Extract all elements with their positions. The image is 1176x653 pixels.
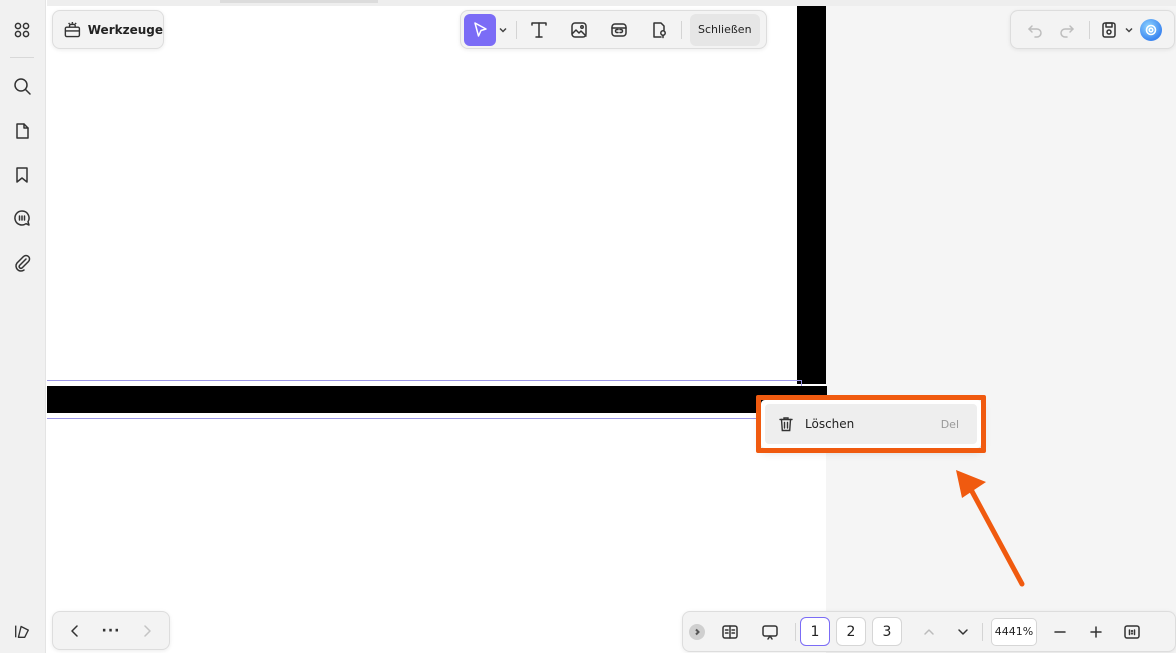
tab-strip [47, 0, 1176, 6]
save-dropdown[interactable] [1122, 14, 1136, 46]
link-icon [611, 22, 627, 37]
watermark-icon [653, 21, 666, 38]
add-watermark-button[interactable] [643, 14, 675, 46]
annotation-arrow-icon [956, 470, 1025, 587]
actual-size-icon [1124, 624, 1140, 639]
toolbar-separator [795, 622, 796, 641]
chevron-down-icon [1125, 27, 1133, 33]
zoom-out-button[interactable] [1045, 616, 1075, 648]
page-1-button[interactable]: 1 [800, 617, 830, 646]
selection-outline-top [47, 380, 802, 381]
edit-toolbar: Schließen [460, 10, 767, 49]
plus-icon [1090, 625, 1102, 638]
page-border-vertical[interactable] [797, 6, 826, 384]
redo-button[interactable] [1051, 14, 1083, 46]
page-navigation: ··· [52, 611, 170, 650]
select-pointer-icon [474, 21, 487, 37]
more-button[interactable]: ··· [102, 623, 121, 639]
toolbar-separator [681, 20, 682, 39]
chevron-up-icon [924, 628, 934, 635]
page-2-button[interactable]: 2 [836, 617, 866, 646]
save-button[interactable] [1096, 14, 1122, 46]
chevron-down-icon [958, 628, 968, 635]
chevron-down-icon [499, 27, 507, 33]
delete-label: Löschen [805, 417, 855, 431]
select-pointer-button[interactable] [464, 13, 496, 46]
search-icon[interactable] [8, 72, 36, 100]
trash-icon [779, 417, 793, 432]
redo-icon [1060, 24, 1074, 38]
add-image-button[interactable] [563, 14, 595, 46]
pages-icon[interactable] [8, 117, 36, 145]
zoom-level-input[interactable]: 4441% [991, 617, 1037, 646]
tools-label: Werkzeuge [87, 22, 163, 37]
image-icon [571, 21, 587, 38]
bookmark-icon[interactable] [8, 161, 36, 189]
tools-button[interactable]: Werkzeuge [52, 10, 164, 49]
collapse-toolbar-button[interactable] [689, 623, 705, 640]
actual-size-button[interactable] [1117, 616, 1147, 648]
toolbar-separator [516, 20, 517, 39]
save-icon [1102, 21, 1116, 38]
zoom-in-button[interactable] [1081, 616, 1111, 648]
ai-assistant-button[interactable] [1140, 18, 1162, 41]
undo-button[interactable] [1019, 14, 1051, 46]
context-menu: Löschen Del [761, 400, 981, 448]
toolbox-icon [64, 21, 81, 37]
page-down-button[interactable] [948, 616, 978, 648]
close-edit-button[interactable]: Schließen [690, 13, 760, 46]
pdf-page[interactable] [47, 6, 797, 653]
chevron-right-icon [695, 628, 700, 635]
rail-divider [10, 57, 34, 58]
next-button[interactable] [131, 615, 163, 647]
minus-icon [1054, 630, 1066, 633]
selected-shape-bar[interactable] [47, 386, 827, 413]
apps-icon[interactable] [8, 16, 36, 44]
selection-outline-bottom [47, 418, 757, 419]
delete-shortcut: Del [940, 417, 959, 431]
chevron-left-icon [70, 624, 78, 637]
page-up-button[interactable] [914, 616, 944, 648]
book-view-icon [722, 624, 738, 639]
chevron-right-icon [144, 624, 152, 637]
sidebar-toggle-icon[interactable] [9, 620, 35, 642]
reading-mode-button[interactable] [715, 616, 745, 648]
previous-button[interactable] [59, 615, 91, 647]
attachment-icon[interactable] [8, 249, 36, 277]
add-link-button[interactable] [603, 14, 635, 46]
comments-icon[interactable] [8, 204, 36, 232]
toolbar-separator [982, 622, 983, 641]
text-icon [531, 21, 547, 38]
document-actions-toolbar [1010, 10, 1175, 49]
presentation-button[interactable] [755, 616, 785, 648]
presentation-icon [762, 624, 778, 640]
toolbar-separator [1089, 20, 1090, 39]
delete-menu-item[interactable]: Löschen Del [765, 404, 977, 444]
view-toolbar: 1 2 3 4441% [682, 611, 1176, 652]
active-tab-indicator [220, 0, 378, 3]
ai-assistant-icon [1145, 24, 1157, 35]
undo-icon [1028, 24, 1042, 38]
pointer-dropdown[interactable] [496, 14, 510, 46]
page-3-button[interactable]: 3 [872, 617, 902, 646]
left-sidebar [0, 0, 46, 653]
add-text-button[interactable] [523, 14, 555, 46]
